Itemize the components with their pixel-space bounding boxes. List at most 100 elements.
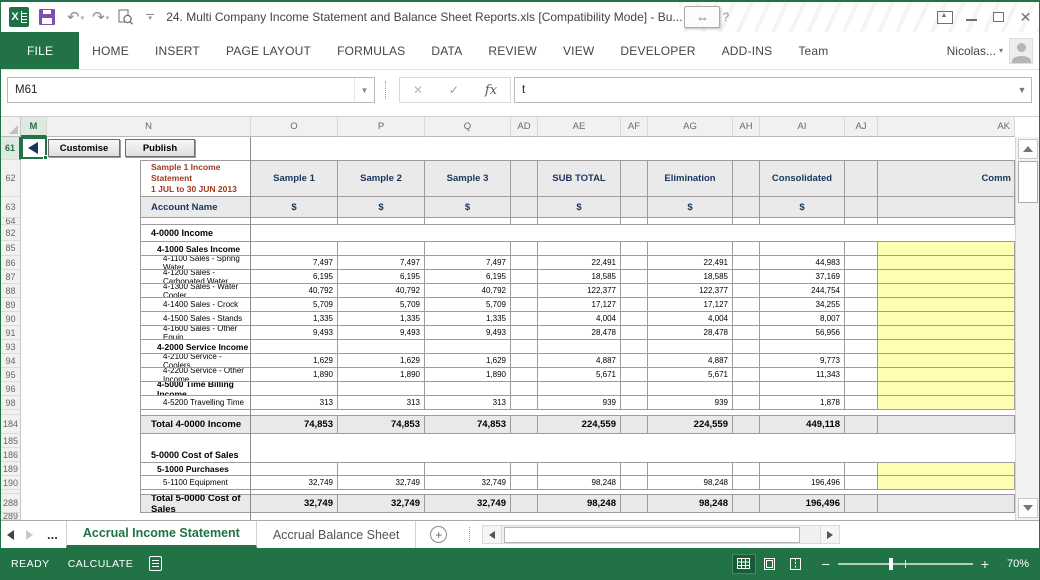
cell-AI189[interactable] (760, 462, 845, 476)
cell-AF288[interactable] (621, 494, 648, 513)
cell-AD85[interactable] (511, 241, 538, 256)
cell-AK86[interactable] (878, 256, 1015, 270)
cell-AI94[interactable]: 9,773 (760, 354, 845, 368)
tab-data[interactable]: DATA (418, 32, 475, 69)
cell-AG82[interactable] (648, 225, 733, 241)
cell-AG89[interactable]: 17,127 (648, 298, 733, 312)
cell-AJ82[interactable] (845, 225, 878, 241)
cell-N94-left[interactable] (47, 354, 141, 368)
sheet-tab-accrual-balance-sheet[interactable]: Accrual Balance Sheet (257, 521, 416, 548)
cell-N96-left[interactable] (47, 382, 141, 396)
cell-AD95[interactable] (511, 368, 538, 382)
enter-button[interactable]: ✓ (449, 83, 459, 97)
restore-button[interactable] (985, 2, 1012, 32)
cell-AJ94[interactable] (845, 354, 878, 368)
cell-N89-left[interactable] (47, 298, 141, 312)
cell-AI64[interactable] (760, 218, 845, 225)
cell-AH82[interactable] (733, 225, 760, 241)
cell-M62[interactable] (21, 160, 47, 197)
cell-N88-left[interactable] (47, 284, 141, 298)
cell-N62[interactable]: Sample 1 Income Statement1 JUL to 30 JUN… (141, 160, 251, 197)
cell-O85[interactable] (251, 241, 338, 256)
row-header-94[interactable]: 94 (1, 354, 21, 368)
cell-P85[interactable] (338, 241, 425, 256)
cell-P98[interactable]: 313 (338, 396, 425, 410)
cell-AK62[interactable]: Comm (878, 160, 1015, 197)
cell-AH186[interactable] (733, 448, 760, 462)
cell-Q85[interactable] (425, 241, 511, 256)
cell-N64-left[interactable] (47, 218, 141, 225)
print-preview-button[interactable] (117, 9, 134, 26)
cell-AD96[interactable] (511, 382, 538, 396)
name-box[interactable]: M61 ▼ (7, 77, 375, 103)
cell-N190[interactable]: 5-1100 Equipment (141, 476, 251, 490)
cell-AD86[interactable] (511, 256, 538, 270)
cell-AI63[interactable]: $ (760, 197, 845, 218)
cell-AE186[interactable] (538, 448, 621, 462)
cell-AJ62[interactable] (845, 160, 878, 197)
cell-AJ89[interactable] (845, 298, 878, 312)
cell-N93[interactable]: 4-2000 Service Income (141, 340, 251, 354)
cell-AH190[interactable] (733, 476, 760, 490)
cell-Q64[interactable] (425, 218, 511, 225)
cell-AJ86[interactable] (845, 256, 878, 270)
cell-O98[interactable]: 313 (251, 396, 338, 410)
cell-AK88[interactable] (878, 284, 1015, 298)
cell-AJ87[interactable] (845, 270, 878, 284)
cell-AE98[interactable]: 939 (538, 396, 621, 410)
cell-Q94[interactable]: 1,629 (425, 354, 511, 368)
cell-M94[interactable] (21, 354, 47, 368)
cell-N91-left[interactable] (47, 326, 141, 340)
cell-Q61[interactable] (425, 137, 511, 160)
cell-AI85[interactable] (760, 241, 845, 256)
row-header-88[interactable]: 88 (1, 284, 21, 298)
cell-AD63[interactable] (511, 197, 538, 218)
cell-O289[interactable] (251, 513, 338, 520)
close-button[interactable]: ✕ (1012, 2, 1039, 32)
cell-AE88[interactable]: 122,377 (538, 284, 621, 298)
cell-M289[interactable] (21, 513, 47, 520)
column-header-AE[interactable]: AE (538, 117, 621, 137)
cell-AG96[interactable] (648, 382, 733, 396)
cell-AH64[interactable] (733, 218, 760, 225)
cell-AJ96[interactable] (845, 382, 878, 396)
cell-AE89[interactable]: 17,127 (538, 298, 621, 312)
cell-AI186[interactable] (760, 448, 845, 462)
cell-P289[interactable] (338, 513, 425, 520)
tab-file[interactable]: FILE (1, 32, 79, 69)
cell-AG98[interactable]: 939 (648, 396, 733, 410)
column-header-N[interactable]: N (47, 117, 251, 137)
cell-AJ98[interactable] (845, 396, 878, 410)
cell-AH96[interactable] (733, 382, 760, 396)
cell-AG289[interactable] (648, 513, 733, 520)
cell-O185[interactable] (251, 434, 338, 448)
horizontal-scroll-track[interactable] (502, 525, 820, 544)
cell-AG189[interactable] (648, 462, 733, 476)
cell-AI61[interactable] (760, 137, 845, 160)
formula-bar-input[interactable]: t ▼ (514, 77, 1032, 103)
column-header-AK[interactable]: AK (878, 117, 1015, 137)
formula-bar-expand-icon[interactable]: ▼ (1013, 85, 1031, 95)
cell-Q90[interactable]: 1,335 (425, 312, 511, 326)
excel-app-icon[interactable]: X (9, 7, 29, 27)
row-header-63[interactable]: 63 (1, 197, 21, 218)
cell-N91[interactable]: 4-1600 Sales - Other Equip (141, 326, 251, 340)
row-header-184[interactable]: 184 (1, 415, 21, 434)
cell-Q87[interactable]: 6,195 (425, 270, 511, 284)
cell-AI95[interactable]: 11,343 (760, 368, 845, 382)
page-break-view-button[interactable] (784, 554, 808, 574)
cell-N185-left[interactable] (47, 434, 141, 448)
cell-P90[interactable]: 1,335 (338, 312, 425, 326)
vertical-scroll-thumb[interactable] (1018, 161, 1038, 203)
cell-AD190[interactable] (511, 476, 538, 490)
cell-Q62[interactable]: Sample 3 (425, 160, 511, 197)
cell-N185[interactable] (141, 434, 251, 448)
cell-AI190[interactable]: 196,496 (760, 476, 845, 490)
cell-AI82[interactable] (760, 225, 845, 241)
cell-AI87[interactable]: 37,169 (760, 270, 845, 284)
cell-P186[interactable] (338, 448, 425, 462)
cell-P96[interactable] (338, 382, 425, 396)
cell-AF61[interactable] (621, 137, 648, 160)
cell-O86[interactable]: 7,497 (251, 256, 338, 270)
cell-AF89[interactable] (621, 298, 648, 312)
